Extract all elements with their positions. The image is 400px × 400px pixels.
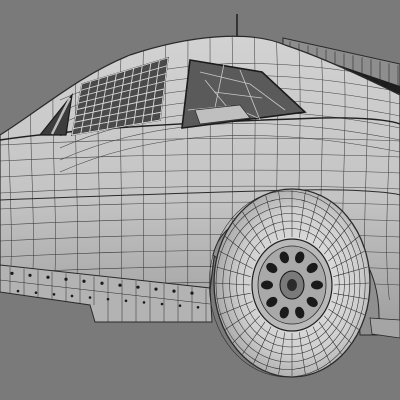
render-viewport (0, 0, 400, 400)
wireframe-render (0, 0, 400, 400)
rim (251, 238, 333, 332)
